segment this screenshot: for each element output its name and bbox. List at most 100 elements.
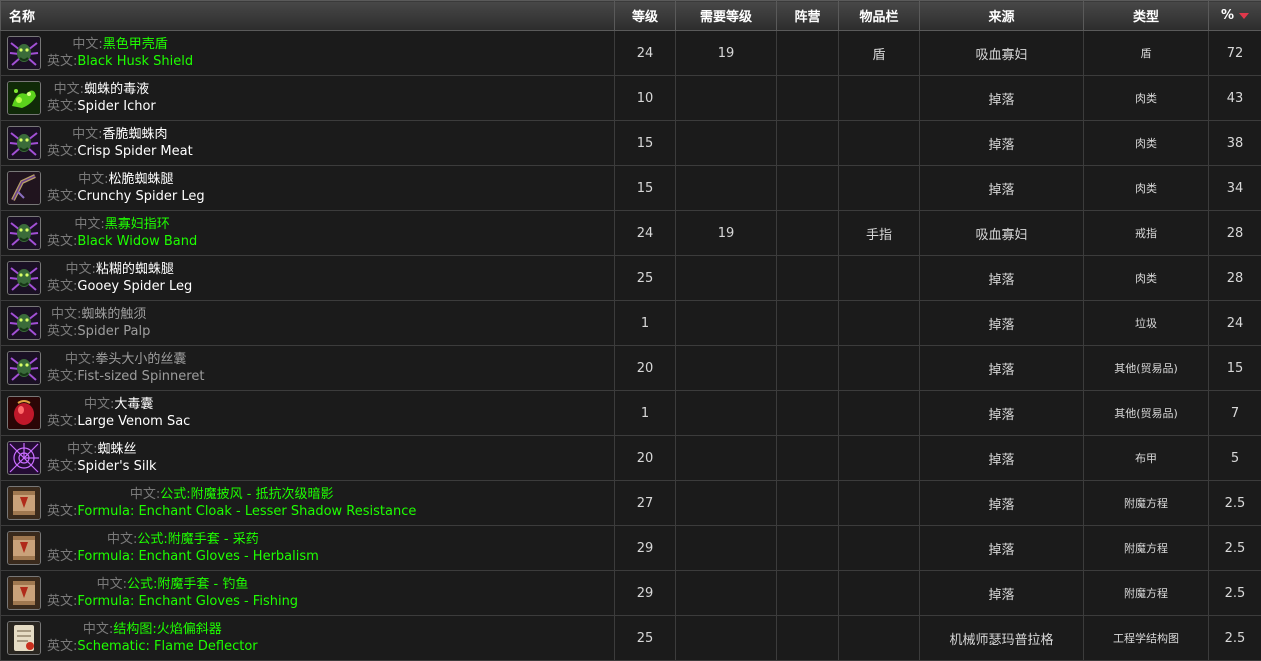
table-row[interactable]: 中文:结构图:火焰偏斜器 英文:Schematic: Flame Deflecto… bbox=[0, 615, 1261, 661]
item-name-cell[interactable]: 中文:粘糊的蜘蛛腿 英文:Gooey Spider Leg bbox=[0, 255, 615, 301]
column-header-faction[interactable]: 阵营 bbox=[776, 0, 839, 31]
item-name-english[interactable]: Black Husk Shield bbox=[77, 54, 193, 69]
spider-head-icon[interactable] bbox=[7, 306, 41, 340]
column-header-slot[interactable]: 物品栏 bbox=[838, 0, 920, 31]
item-name-chinese[interactable]: 蜘蛛的毒液 bbox=[84, 82, 149, 97]
formula-scroll-icon[interactable] bbox=[7, 576, 41, 610]
item-name-english[interactable]: Gooey Spider Leg bbox=[77, 279, 192, 294]
column-header-percent[interactable]: % bbox=[1208, 0, 1261, 31]
item-name-cell[interactable]: 中文:公式:附魔手套 - 采药 英文:Formula: Enchant Glove… bbox=[0, 525, 615, 571]
source-cell[interactable]: 机械师瑟玛普拉格 bbox=[919, 615, 1084, 661]
faction-cell bbox=[776, 390, 839, 436]
venom-sac-icon[interactable] bbox=[7, 396, 41, 430]
formula-scroll-icon[interactable] bbox=[7, 486, 41, 520]
slot-cell bbox=[838, 255, 920, 301]
spider-head-icon[interactable] bbox=[7, 126, 41, 160]
source-cell[interactable]: 掉落 bbox=[919, 570, 1084, 616]
item-name-chinese[interactable]: 黑色甲壳盾 bbox=[103, 37, 168, 52]
item-name-chinese[interactable]: 蜘蛛的触须 bbox=[81, 307, 146, 322]
source-cell[interactable]: 掉落 bbox=[919, 435, 1084, 481]
item-name-cell[interactable]: 中文:公式:附魔手套 - 钓鱼 英文:Formula: Enchant Glove… bbox=[0, 570, 615, 616]
table-row[interactable]: 中文:松脆蜘蛛腿 英文:Crunchy Spider Leg 15 掉落 肉类 34 bbox=[0, 165, 1261, 211]
item-name-chinese[interactable]: 公式:附魔手套 - 钓鱼 bbox=[127, 577, 248, 592]
item-name-chinese[interactable]: 黑寡妇指环 bbox=[105, 217, 170, 232]
item-name-english[interactable]: Large Venom Sac bbox=[77, 414, 190, 429]
item-name-chinese[interactable]: 大毒囊 bbox=[114, 397, 153, 412]
faction-cell bbox=[776, 615, 839, 661]
table-row[interactable]: 中文:黑色甲壳盾 英文:Black Husk Shield 24 19 盾吸血寡妇盾 72 bbox=[0, 30, 1261, 76]
item-name-english[interactable]: Crisp Spider Meat bbox=[77, 144, 192, 159]
item-name-english[interactable]: Formula: Enchant Cloak - Lesser Shadow R… bbox=[77, 504, 416, 519]
spider-leg-icon[interactable] bbox=[7, 171, 41, 205]
item-name-cell[interactable]: 中文:大毒囊 英文:Large Venom Sac bbox=[0, 390, 615, 436]
spider-web-icon[interactable] bbox=[7, 441, 41, 475]
item-name-chinese[interactable]: 结构图:火焰偏斜器 bbox=[113, 622, 221, 637]
item-name-cell[interactable]: 中文:蜘蛛的毒液 英文:Spider Ichor bbox=[0, 75, 615, 121]
source-cell[interactable]: 吸血寡妇 bbox=[919, 30, 1084, 76]
table-row[interactable]: 中文:公式:附魔手套 - 采药 英文:Formula: Enchant Glove… bbox=[0, 525, 1261, 571]
item-name-english[interactable]: Crunchy Spider Leg bbox=[77, 189, 204, 204]
chinese-label: 中文: bbox=[65, 262, 96, 277]
item-name-chinese[interactable]: 拳头大小的丝囊 bbox=[95, 352, 186, 367]
spider-head-icon[interactable] bbox=[7, 36, 41, 70]
item-name-english[interactable]: Spider's Silk bbox=[77, 459, 156, 474]
item-name-cell[interactable]: 中文:结构图:火焰偏斜器 英文:Schematic: Flame Deflecto… bbox=[0, 615, 615, 661]
green-ichor-icon[interactable] bbox=[7, 81, 41, 115]
source-cell[interactable]: 掉落 bbox=[919, 300, 1084, 346]
item-name-chinese[interactable]: 松脆蜘蛛腿 bbox=[109, 172, 174, 187]
item-name-cell[interactable]: 中文:蜘蛛的触须 英文:Spider Palp bbox=[0, 300, 615, 346]
type-cell: 其他(贸易品) bbox=[1083, 345, 1209, 391]
type-cell: 垃圾 bbox=[1083, 300, 1209, 346]
item-name-english[interactable]: Fist-sized Spinneret bbox=[77, 369, 204, 384]
item-name-cell[interactable]: 中文:香脆蜘蛛肉 英文:Crisp Spider Meat bbox=[0, 120, 615, 166]
item-name-chinese[interactable]: 粘糊的蜘蛛腿 bbox=[96, 262, 174, 277]
spider-head-icon[interactable] bbox=[7, 351, 41, 385]
source-cell[interactable]: 掉落 bbox=[919, 75, 1084, 121]
item-name-chinese[interactable]: 公式:附魔手套 - 采药 bbox=[137, 532, 258, 547]
column-header-source[interactable]: 来源 bbox=[919, 0, 1084, 31]
item-name-cell[interactable]: 中文:蜘蛛丝 英文:Spider's Silk bbox=[0, 435, 615, 481]
item-name-cell[interactable]: 中文:黑寡妇指环 英文:Black Widow Band bbox=[0, 210, 615, 256]
column-header-level[interactable]: 等级 bbox=[614, 0, 676, 31]
table-row[interactable]: 中文:蜘蛛的触须 英文:Spider Palp 1 掉落 垃圾 24 bbox=[0, 300, 1261, 346]
schematic-scroll-icon[interactable] bbox=[7, 621, 41, 655]
item-name-english[interactable]: Spider Ichor bbox=[77, 99, 155, 114]
source-cell[interactable]: 掉落 bbox=[919, 345, 1084, 391]
table-row[interactable]: 中文:拳头大小的丝囊 英文:Fist-sized Spinneret 20 掉落 其他(… bbox=[0, 345, 1261, 391]
source-cell[interactable]: 掉落 bbox=[919, 480, 1084, 526]
source-cell[interactable]: 掉落 bbox=[919, 525, 1084, 571]
spider-head-icon[interactable] bbox=[7, 216, 41, 250]
item-name-chinese[interactable]: 蜘蛛丝 bbox=[97, 442, 136, 457]
table-row[interactable]: 中文:黑寡妇指环 英文:Black Widow Band 24 19 手指 吸血寡妇 戒指 2… bbox=[0, 210, 1261, 256]
table-row[interactable]: 中文:大毒囊 英文:Large Venom Sac 1 掉落 其他(贸易品) 7 bbox=[0, 390, 1261, 436]
item-name-cell[interactable]: 中文:松脆蜘蛛腿 英文:Crunchy Spider Leg bbox=[0, 165, 615, 211]
item-name-english[interactable]: Formula: Enchant Gloves - Herbalism bbox=[77, 549, 318, 564]
column-header-req-level[interactable]: 需要等级 bbox=[675, 0, 777, 31]
table-row[interactable]: 中文:公式:附魔披风 - 抵抗次级暗影 英文:Formula: Enchant C… bbox=[0, 480, 1261, 526]
table-row[interactable]: 中文:公式:附魔手套 - 钓鱼 英文:Formula: Enchant Glove… bbox=[0, 570, 1261, 616]
item-name-cell[interactable]: 中文:公式:附魔披风 - 抵抗次级暗影 英文:Formula: Enchant C… bbox=[0, 480, 615, 526]
table-row[interactable]: 中文:蜘蛛的毒液 英文:Spider Ichor 10 掉落 肉类 43 bbox=[0, 75, 1261, 121]
item-name-english[interactable]: Formula: Enchant Gloves - Fishing bbox=[77, 594, 298, 609]
slot-cell bbox=[838, 480, 920, 526]
item-name-chinese[interactable]: 公式:附魔披风 - 抵抗次级暗影 bbox=[160, 487, 333, 502]
source-cell[interactable]: 掉落 bbox=[919, 120, 1084, 166]
source-cell[interactable]: 掉落 bbox=[919, 390, 1084, 436]
item-name-chinese[interactable]: 香脆蜘蛛肉 bbox=[103, 127, 168, 142]
table-row[interactable]: 中文:香脆蜘蛛肉 英文:Crisp Spider Meat 15 掉落 肉类 38 bbox=[0, 120, 1261, 166]
item-name-cell[interactable]: 中文:拳头大小的丝囊 英文:Fist-sized Spinneret bbox=[0, 345, 615, 391]
faction-cell bbox=[776, 210, 839, 256]
item-name-cell[interactable]: 中文:黑色甲壳盾 英文:Black Husk Shield bbox=[0, 30, 615, 76]
source-cell[interactable]: 吸血寡妇 bbox=[919, 210, 1084, 256]
column-header-name[interactable]: 名称 bbox=[0, 0, 615, 31]
table-row[interactable]: 中文:蜘蛛丝 英文:Spider's Silk 20 掉落 布甲 5 bbox=[0, 435, 1261, 481]
column-header-type[interactable]: 类型 bbox=[1083, 0, 1209, 31]
item-name-english[interactable]: Spider Palp bbox=[77, 324, 150, 339]
item-name-english[interactable]: Schematic: Flame Deflector bbox=[77, 639, 257, 654]
table-row[interactable]: 中文:粘糊的蜘蛛腿 英文:Gooey Spider Leg 25 掉落 肉类 28 bbox=[0, 255, 1261, 301]
item-name-english[interactable]: Black Widow Band bbox=[77, 234, 197, 249]
spider-head-icon[interactable] bbox=[7, 261, 41, 295]
source-cell[interactable]: 掉落 bbox=[919, 255, 1084, 301]
source-cell[interactable]: 掉落 bbox=[919, 165, 1084, 211]
formula-scroll-icon[interactable] bbox=[7, 531, 41, 565]
